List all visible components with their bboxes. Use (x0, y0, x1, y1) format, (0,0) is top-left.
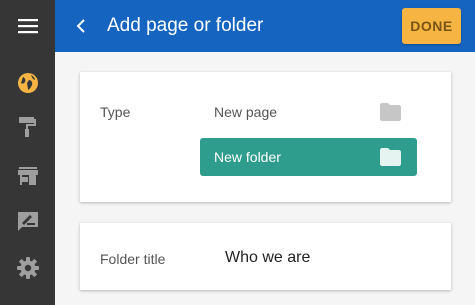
page-title: Add page or folder (107, 15, 264, 36)
menu-button[interactable] (0, 3, 55, 48)
sidebar-item-content[interactable] (0, 198, 55, 243)
option-new-page-label: New page (214, 104, 278, 120)
sidebar-item-design[interactable] (0, 104, 55, 149)
done-button[interactable]: DONE (402, 8, 461, 44)
sidebar (0, 0, 55, 305)
back-button[interactable] (67, 12, 95, 40)
option-new-folder-label: New folder (214, 149, 281, 165)
sidebar-item-site[interactable] (0, 60, 55, 105)
chevron-left-icon (76, 19, 85, 33)
folder-icon (380, 148, 401, 166)
type-label: Type (100, 104, 131, 120)
folder-title-label: Folder title (100, 251, 166, 267)
sidebar-item-settings[interactable] (0, 245, 55, 290)
globe-icon (17, 72, 38, 93)
option-new-page[interactable]: New page (200, 93, 417, 131)
type-card: Type New page New folder (80, 72, 451, 202)
option-new-folder[interactable]: New folder (200, 138, 417, 176)
folder-title-card: Folder title Who we are (80, 223, 451, 290)
store-icon (17, 166, 38, 185)
top-app-bar: Add page or folder DONE (55, 0, 475, 52)
sidebar-item-store[interactable] (0, 153, 55, 198)
menu-icon (17, 18, 38, 33)
folder-icon (380, 103, 401, 121)
folder-title-input[interactable]: Who we are (225, 249, 310, 267)
edit-signature-icon (17, 211, 38, 231)
gear-icon (16, 256, 39, 279)
paint-roller-icon (18, 116, 36, 137)
